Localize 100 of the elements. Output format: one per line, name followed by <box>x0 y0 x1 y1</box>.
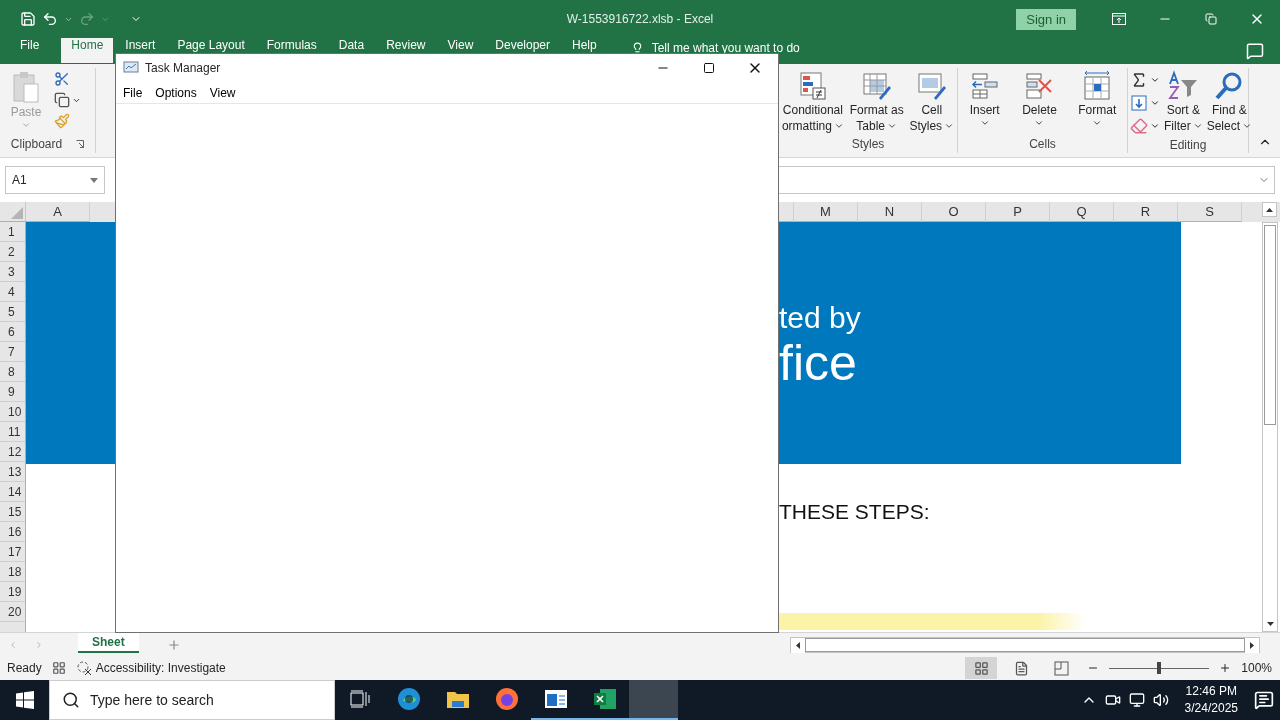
scissors-icon <box>54 71 70 87</box>
left-arrow-icon <box>796 641 800 649</box>
scrollbar-thumb[interactable] <box>805 637 1245 652</box>
save-icon[interactable] <box>20 11 36 27</box>
network-icon[interactable] <box>1128 692 1145 708</box>
row-header[interactable]: 16 <box>0 522 25 542</box>
task-view-icon <box>349 690 370 708</box>
sort-button[interactable]: Sort & Filter <box>1162 68 1205 136</box>
accessibility-status[interactable]: Accessibility: Investigate <box>95 661 226 675</box>
clock[interactable]: 12:46 PM 3/24/2025 <box>1176 683 1246 717</box>
row-header[interactable]: 3 <box>0 262 25 282</box>
dropdown-icon[interactable] <box>90 177 98 183</box>
row-header[interactable]: 4 <box>0 282 25 302</box>
row-header[interactable]: 15 <box>0 502 25 522</box>
cell-styles-button[interactable]: Cell Styles <box>907 68 957 135</box>
ribbon-tab[interactable]: View <box>437 38 484 52</box>
caret-icon <box>1150 98 1160 108</box>
column-header[interactable]: S <box>1178 202 1242 222</box>
menu-item[interactable]: File <box>118 85 148 100</box>
camera-icon[interactable] <box>1104 692 1121 708</box>
group-label: Styles <box>850 136 886 153</box>
delete-button[interactable]: Delete <box>1020 68 1059 135</box>
accessibility-icon[interactable] <box>75 660 92 676</box>
name-box[interactable]: A1 <box>5 166 105 194</box>
grid-icon <box>973 660 989 676</box>
ribbon-tab[interactable]: Formulas <box>256 38 327 52</box>
down-arrow-icon <box>1266 621 1274 626</box>
row-header[interactable]: 19 <box>0 582 25 602</box>
page-break-icon <box>1053 660 1069 676</box>
fox-globe-icon <box>494 687 519 711</box>
group-label: Editing <box>1168 137 1208 154</box>
format-button[interactable]: Format <box>1076 68 1119 135</box>
cell-reference: A1 <box>12 173 27 187</box>
sheet-tab[interactable]: Sheet <box>78 633 139 653</box>
volume-icon[interactable] <box>1152 692 1169 708</box>
ribbon-tab[interactable]: Developer <box>485 38 560 52</box>
caret-icon <box>1150 75 1160 85</box>
row-header[interactable]: 12 <box>0 442 25 462</box>
row-header[interactable]: 11 <box>0 422 25 442</box>
row-header[interactable]: 9 <box>0 382 25 402</box>
search-placeholder: Type here to search <box>90 692 214 708</box>
maximize-icon <box>703 62 715 74</box>
row-header[interactable]: 20 <box>0 602 25 622</box>
search-field[interactable]: Type here to search <box>49 680 335 720</box>
row-header[interactable]: 1 <box>0 222 25 242</box>
cell-brush-icon <box>915 70 948 102</box>
row-header[interactable]: 7 <box>0 342 25 362</box>
scroll-up-button[interactable] <box>1262 202 1277 217</box>
table-brush-icon <box>860 70 893 102</box>
table-button[interactable]: Format as Table <box>847 68 906 135</box>
copy-icon <box>54 92 70 108</box>
plus-icon <box>166 637 181 652</box>
ribbon-tab[interactable]: Insert <box>115 38 166 52</box>
group-label: Clipboard <box>10 136 63 153</box>
caret-icon <box>1150 121 1160 131</box>
caret-icon <box>21 120 31 130</box>
clock-date: 3/24/2025 <box>1184 700 1238 717</box>
row-header[interactable]: 17 <box>0 542 25 562</box>
zoom-in-button[interactable] <box>1219 662 1232 674</box>
find-button[interactable]: Find & Select <box>1204 68 1255 136</box>
conditional-button[interactable]: Conditional ormatting <box>779 68 846 135</box>
row-header[interactable]: 5 <box>0 302 25 322</box>
row-header[interactable]: 6 <box>0 322 25 342</box>
zoom-level[interactable]: 100% <box>1241 661 1272 675</box>
menu-item[interactable]: Options <box>150 85 202 100</box>
sign-in-button[interactable]: Sign in <box>1016 8 1076 30</box>
dialog-launcher-icon[interactable] <box>76 140 85 148</box>
normal-view-button[interactable] <box>965 657 998 679</box>
banner-text: fice <box>779 336 857 390</box>
clipboard-icon <box>10 70 42 104</box>
window-title: Task Manager <box>145 61 221 75</box>
undo-icon[interactable] <box>42 11 58 27</box>
ribbon-tab[interactable]: Data <box>328 38 375 52</box>
paintbrush-icon <box>54 113 70 129</box>
ribbon-tab[interactable]: Page Layout <box>167 38 255 52</box>
row-header[interactable]: 2 <box>0 242 25 262</box>
row-header[interactable]: 18 <box>0 562 25 582</box>
group-label: Cells <box>1028 136 1057 153</box>
row-header[interactable]: 8 <box>0 362 25 382</box>
insert-button[interactable]: Insert <box>966 68 1003 135</box>
ribbon-tab[interactable]: Home <box>61 38 114 63</box>
zoom-thumb[interactable] <box>1157 662 1162 674</box>
scrollbar-thumb[interactable] <box>1264 225 1276 425</box>
wave-globe-icon <box>396 687 421 711</box>
steps-heading: THESE STEPS: <box>779 500 930 524</box>
macro-icon[interactable] <box>51 661 66 675</box>
ribbon-tab[interactable]: Review <box>376 38 436 52</box>
row-header[interactable]: 13 <box>0 462 25 482</box>
row-header[interactable]: 10 <box>0 402 25 422</box>
row-header[interactable]: 14 <box>0 482 25 502</box>
eraser-icon <box>1130 117 1148 135</box>
menu-item[interactable]: View <box>204 85 241 100</box>
fill-down-icon <box>1130 94 1148 112</box>
clock-time: 12:46 PM <box>1185 683 1237 700</box>
monitor-chart-icon <box>123 61 139 75</box>
ribbon-display-icon <box>1112 13 1126 25</box>
ribbon-tab[interactable]: File <box>10 38 50 52</box>
ribbon-tab[interactable]: Help <box>562 38 607 52</box>
comments-icon[interactable] <box>1246 42 1264 60</box>
notification-icon[interactable] <box>1254 690 1274 710</box>
